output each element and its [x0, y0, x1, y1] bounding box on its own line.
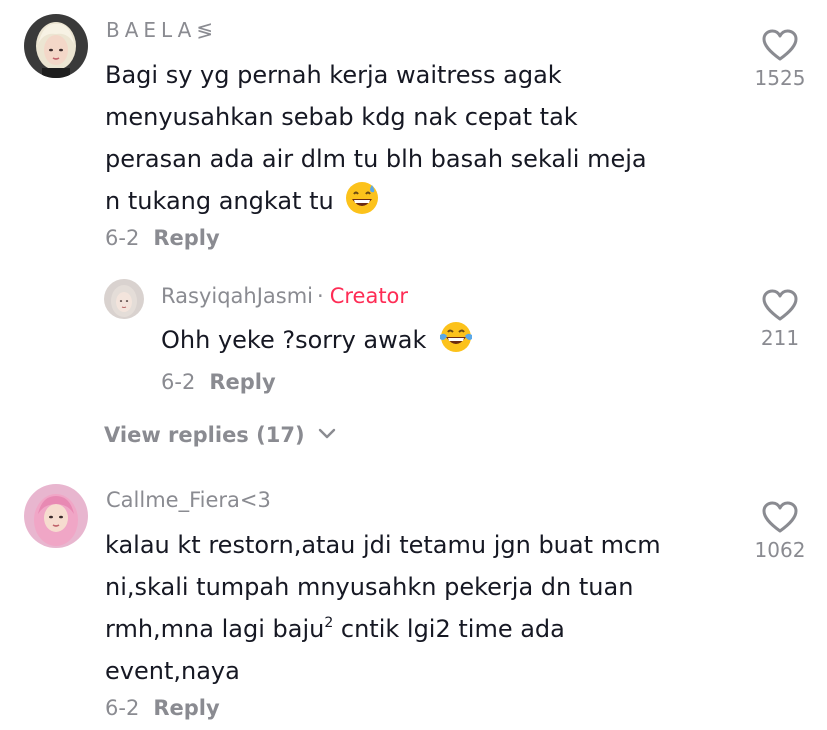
- text-segment: rmh,mna lagi baju: [105, 615, 325, 643]
- heart-outline-icon: [762, 29, 798, 61]
- heart-outline-icon: [762, 501, 798, 533]
- reply-date: 6-2: [161, 370, 196, 394]
- like-count: 1525: [754, 66, 806, 90]
- comment-text-line-with-superscript: rmh,mna lagi baju2 cntik lgi2 time ada: [105, 608, 725, 650]
- username-text: BAELA: [106, 18, 197, 42]
- reply-username-row: RasyiqahJasmi · Creator: [161, 284, 408, 308]
- comment-username[interactable]: Callme_Fiera<3: [106, 488, 271, 512]
- text-segment: cntik lgi2 time ada: [340, 615, 565, 643]
- avatar[interactable]: [24, 484, 88, 548]
- like-button[interactable]: 1525: [740, 28, 820, 90]
- reply-text: Ohh yeke ?sorry awak: [161, 319, 661, 367]
- grinning-sweat-emoji: [345, 181, 379, 228]
- like-button[interactable]: 1062: [740, 500, 820, 562]
- reply-avatar[interactable]: [104, 279, 144, 319]
- separator-dot: ·: [317, 284, 324, 308]
- view-replies-label: View replies (17): [104, 423, 305, 447]
- reply-like-button[interactable]: 211: [740, 288, 820, 350]
- comment-text-line: kalau kt restorn,atau jdi tetamu jgn bua…: [105, 531, 661, 559]
- comment-date: 6-2: [105, 226, 140, 250]
- like-count: 1062: [754, 538, 806, 562]
- username-suffix: ≶: [196, 18, 219, 42]
- reply-button[interactable]: Reply: [153, 226, 219, 250]
- reply-text-body: Ohh yeke ?sorry awak: [161, 326, 427, 354]
- superscript: 2: [324, 615, 334, 631]
- reply-button[interactable]: Reply: [209, 370, 275, 394]
- chevron-down-icon: [318, 428, 336, 439]
- creator-badge: Creator: [329, 284, 409, 308]
- comment-text-line: ni,skali tumpah mnyusahkn pekerja dn tua…: [105, 573, 634, 601]
- laughing-tears-emoji: [438, 320, 474, 367]
- comment-text: kalau kt restorn,atau jdi tetamu jgn bua…: [105, 524, 725, 692]
- heart-outline-icon: [762, 289, 798, 321]
- comment-item: BAELA≶ Bagi sy yg pernah kerja waitress …: [0, 0, 827, 460]
- comment-username[interactable]: BAELA≶: [106, 18, 218, 42]
- reply-username[interactable]: RasyiqahJasmi: [161, 284, 313, 308]
- reply-button[interactable]: Reply: [153, 696, 219, 720]
- view-replies-button[interactable]: View replies (17): [104, 423, 336, 447]
- avatar[interactable]: [24, 14, 88, 78]
- reply-meta: 6-2 Reply: [161, 370, 276, 394]
- comment-text: Bagi sy yg pernah kerja waitress agak me…: [105, 54, 665, 228]
- comment-text-line: event,naya: [105, 657, 240, 685]
- comment-meta: 6-2 Reply: [105, 696, 220, 720]
- comment-date: 6-2: [105, 696, 140, 720]
- like-count: 211: [760, 326, 800, 350]
- comment-item: Callme_Fiera<3 kalau kt restorn,atau jdi…: [0, 460, 827, 730]
- comment-meta: 6-2 Reply: [105, 226, 220, 250]
